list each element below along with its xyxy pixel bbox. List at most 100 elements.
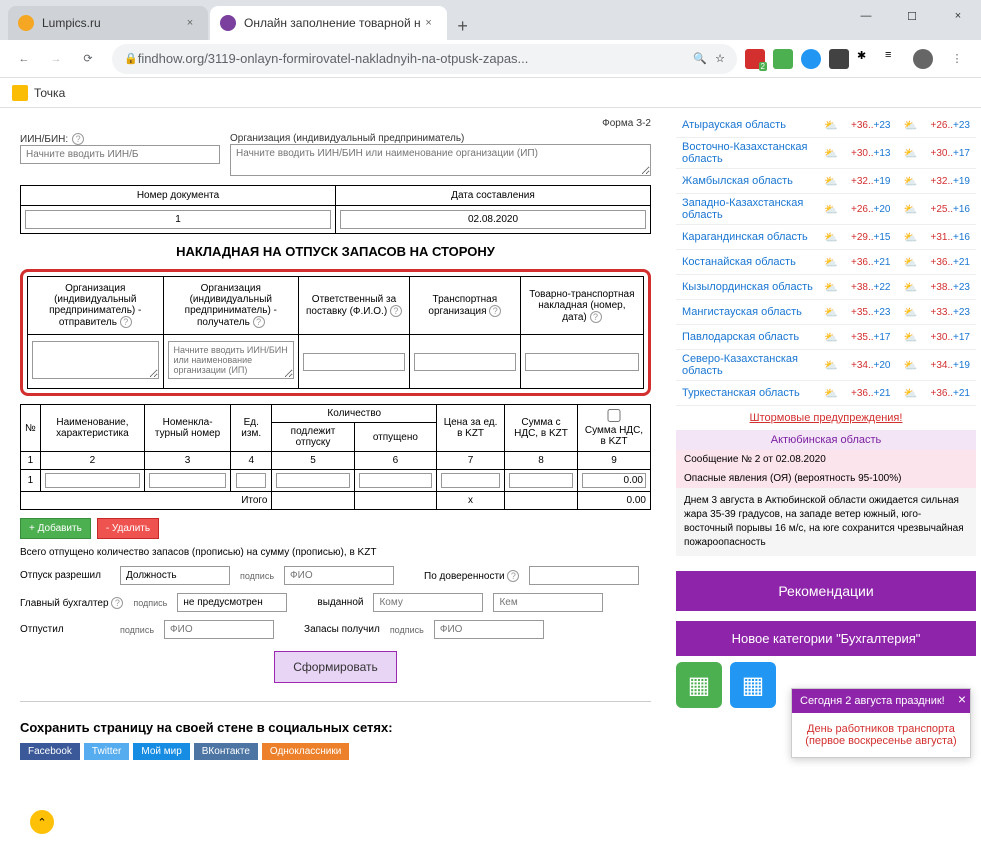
close-icon[interactable]: × xyxy=(958,691,966,707)
region-link[interactable]: Мангистауская область xyxy=(682,306,819,318)
search-icon[interactable]: 🔍 xyxy=(693,52,707,65)
new-category-box[interactable]: Новое категории "Бухгалтерия" xyxy=(676,621,976,656)
ext-icon[interactable] xyxy=(773,49,793,69)
help-icon[interactable]: ? xyxy=(72,133,84,145)
region-link[interactable]: Кызылординская область xyxy=(682,281,819,293)
minimize-button[interactable]: — xyxy=(843,0,889,32)
region-link[interactable]: Северо-Казахстанская область xyxy=(682,353,819,377)
region-link[interactable]: Туркестанская область xyxy=(682,387,819,399)
main-content: Форма З-2 ИИН/БИН:? Организация (индивид… xyxy=(0,108,671,846)
browser-tab-2[interactable]: Онлайн заполнение товарной н × xyxy=(210,6,447,40)
nds-checkbox[interactable] xyxy=(582,409,646,422)
lock-icon: 🔒 xyxy=(124,52,138,65)
region-link[interactable]: Восточно-Казахстанская область xyxy=(682,141,819,165)
browser-tab-1[interactable]: Lumpics.ru × xyxy=(8,6,208,40)
new-tab-button[interactable]: + xyxy=(449,12,477,40)
avatar[interactable] xyxy=(913,49,933,69)
extensions-icon[interactable]: ✱ xyxy=(857,49,877,69)
help-icon[interactable]: ? xyxy=(120,316,132,328)
accountant-input[interactable] xyxy=(177,593,287,612)
menu-icon[interactable]: ⋮ xyxy=(941,43,973,75)
item-qty1-input[interactable] xyxy=(276,473,349,488)
doc-date-input[interactable] xyxy=(340,210,646,229)
received-fio-input[interactable] xyxy=(434,620,544,639)
weather-icon: ⛅ xyxy=(819,303,843,321)
warning-region: Актюбинская область xyxy=(676,430,976,450)
region-link[interactable]: Костанайская область xyxy=(682,256,819,268)
item-qty2-input[interactable] xyxy=(359,473,432,488)
submit-button[interactable]: Сформировать xyxy=(274,651,397,683)
issued-to-input[interactable] xyxy=(373,593,483,612)
doc-num-input[interactable] xyxy=(25,210,331,229)
maximize-button[interactable]: ☐ xyxy=(889,0,935,32)
weather-icon: ⛅ xyxy=(819,328,843,346)
fio-input[interactable] xyxy=(284,566,394,585)
proxy-input[interactable] xyxy=(529,566,639,585)
item-sum-input[interactable] xyxy=(509,473,573,488)
help-icon[interactable]: ? xyxy=(111,597,123,609)
transport-org-input[interactable] xyxy=(414,353,516,371)
iin-input[interactable] xyxy=(20,145,220,164)
bookmark-folder[interactable]: Точка xyxy=(12,85,65,101)
delete-button[interactable]: - Удалить xyxy=(97,518,159,539)
help-icon[interactable]: ? xyxy=(253,316,265,328)
region-link[interactable]: Карагандинская область xyxy=(682,231,819,243)
region-link[interactable]: Павлодарская область xyxy=(682,331,819,343)
region-link[interactable]: Атырауская область xyxy=(682,119,819,131)
recommendations-box[interactable]: Рекомендации xyxy=(676,571,976,611)
ext-icon[interactable]: 2 xyxy=(745,49,765,69)
ext-icon[interactable] xyxy=(801,49,821,69)
weather-icon: ⛅ xyxy=(819,144,843,162)
org-textarea[interactable] xyxy=(230,144,651,176)
region-link[interactable]: Жамбылская область xyxy=(682,175,819,187)
item-nds-input[interactable] xyxy=(582,473,646,488)
reader-icon[interactable]: ≡ xyxy=(885,49,905,69)
calculator-icon[interactable]: ▦ xyxy=(730,662,776,708)
twitter-button[interactable]: Twitter xyxy=(84,743,129,760)
region-link[interactable]: Западно-Казахстанская область xyxy=(682,197,819,221)
warning-header: Опасные явления (ОЯ) (вероятность 95-100… xyxy=(676,469,976,488)
org-label: Организация (индивидуальный предпринимат… xyxy=(230,133,464,144)
holiday-text[interactable]: День работников транспорта (первое воскр… xyxy=(792,713,970,757)
help-icon[interactable]: ? xyxy=(507,570,519,582)
sender-input[interactable] xyxy=(32,341,159,379)
position-input[interactable] xyxy=(120,566,230,585)
help-icon[interactable]: ? xyxy=(489,305,501,317)
calculator-icon[interactable]: ▦ xyxy=(676,662,722,708)
vk-button[interactable]: ВКонтакте xyxy=(194,743,258,760)
item-price-input[interactable] xyxy=(441,473,500,488)
ttn-input[interactable] xyxy=(525,353,639,371)
scroll-top-button[interactable]: ⌃ xyxy=(30,810,54,834)
tab-icon xyxy=(18,15,34,31)
released-fio-input[interactable] xyxy=(164,620,274,639)
help-icon[interactable]: ? xyxy=(390,305,402,317)
item-nomen-input[interactable] xyxy=(149,473,226,488)
url-bar[interactable]: 🔒 findhow.org/3119-onlayn-formirovatel-n… xyxy=(112,44,737,74)
close-button[interactable]: × xyxy=(935,0,981,32)
facebook-button[interactable]: Facebook xyxy=(20,743,80,760)
holiday-popup: Сегодня 2 августа праздник!× День работн… xyxy=(791,688,971,758)
close-icon[interactable]: × xyxy=(421,15,437,31)
warning-link[interactable]: Штормовые предупреждения! xyxy=(676,406,976,430)
responsible-input[interactable] xyxy=(303,353,405,371)
help-icon[interactable]: ? xyxy=(590,311,602,323)
back-button[interactable]: ← xyxy=(8,43,40,75)
star-icon[interactable]: ☆ xyxy=(715,52,725,65)
ext-icon[interactable] xyxy=(829,49,849,69)
receiver-input[interactable] xyxy=(168,341,295,379)
weather-icon: ⛅ xyxy=(819,228,843,246)
item-unit-input[interactable] xyxy=(236,473,266,488)
ok-button[interactable]: Одноклассники xyxy=(262,743,349,760)
issued-by-input[interactable] xyxy=(493,593,603,612)
forward-button[interactable]: → xyxy=(40,43,72,75)
weather-row: Туркестанская область ⛅ +36..+21 ⛅ +36..… xyxy=(676,381,976,406)
iin-label: ИИН/БИН: xyxy=(20,134,68,145)
moimir-button[interactable]: Мой мир xyxy=(133,743,189,760)
reload-button[interactable]: ⟳ xyxy=(72,43,104,75)
add-button[interactable]: + Добавить xyxy=(20,518,91,539)
item-name-input[interactable] xyxy=(45,473,140,488)
weather-row: Мангистауская область ⛅ +35..+23 ⛅ +33..… xyxy=(676,300,976,325)
close-icon[interactable]: × xyxy=(182,15,198,31)
sidebar: Атырауская область ⛅ +36..+23 ⛅ +26..+23… xyxy=(671,108,981,846)
weather-icon: ⛅ xyxy=(819,172,843,190)
